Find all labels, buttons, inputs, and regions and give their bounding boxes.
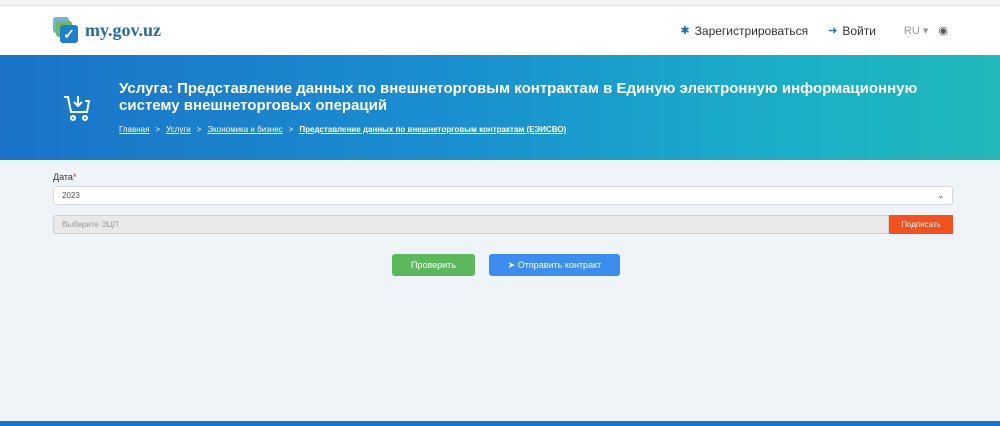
chevron-down-icon: ⌄ xyxy=(937,191,944,200)
login-label: Войти xyxy=(842,23,876,38)
breadcrumb-economy[interactable]: Экономика и бизнес xyxy=(207,125,282,134)
breadcrumb-separator: > xyxy=(288,125,294,134)
logo-text: my.gov.uz xyxy=(85,20,162,40)
breadcrumb-services[interactable]: Услуги xyxy=(166,125,191,134)
service-banner: Услуга: Представление данных по внешнето… xyxy=(0,55,1000,160)
date-select[interactable]: 2023 ⌄ xyxy=(53,186,953,205)
top-nav: ✱ Зарегистрироваться ➜ Войти RU ▾ ◉ xyxy=(660,24,948,38)
date-value: 2023 xyxy=(62,191,80,200)
date-label: Дата* xyxy=(53,172,953,182)
breadcrumb-separator: > xyxy=(196,125,202,134)
breadcrumb-home[interactable]: Главная xyxy=(119,125,149,134)
service-form: Дата* 2023 ⌄ Выберите ЭЦП Подписать Прове… xyxy=(0,160,1000,276)
gear-icon: ✱ xyxy=(680,25,690,37)
logo-icon: ✓ xyxy=(53,16,79,45)
login-link[interactable]: ➜ Войти xyxy=(828,24,876,38)
breadcrumb: Главная > Услуги > Экономика и бизнес > Пре… xyxy=(119,125,566,134)
eye-icon[interactable]: ◉ xyxy=(938,24,948,37)
sign-in-icon: ➜ xyxy=(828,25,838,37)
send-contract-label: Отправить контракт xyxy=(517,260,602,270)
logo[interactable]: ✓ my.gov.uz xyxy=(53,16,162,45)
cart-download-icon xyxy=(64,96,91,121)
paper-plane-icon: ➤ xyxy=(507,259,518,270)
register-link[interactable]: ✱ Зарегистрироваться xyxy=(680,24,808,38)
language-selector[interactable]: RU ▾ xyxy=(904,24,928,37)
action-buttons: Проверить ➤ Отправить контракт xyxy=(53,254,953,276)
esp-select[interactable]: Выберите ЭЦП xyxy=(53,215,889,234)
breadcrumb-current[interactable]: Представление данных по внешнеторговым к… xyxy=(299,125,566,134)
page-title: Услуга: Представление данных по внешнето… xyxy=(119,80,918,114)
register-label: Зарегистрироваться xyxy=(694,23,809,38)
breadcrumb-separator: > xyxy=(155,125,161,134)
date-label-text: Дата xyxy=(53,172,73,182)
footer-strip xyxy=(0,421,1000,426)
esp-row: Выберите ЭЦП Подписать xyxy=(53,215,953,234)
required-marker: * xyxy=(72,172,77,182)
check-button[interactable]: Проверить xyxy=(392,254,475,276)
header: ✓ my.gov.uz ✱ Зарегистрироваться ➜ Войти R… xyxy=(0,6,1000,55)
send-contract-button[interactable]: ➤ Отправить контракт xyxy=(489,254,620,276)
sign-button[interactable]: Подписать xyxy=(889,215,953,234)
